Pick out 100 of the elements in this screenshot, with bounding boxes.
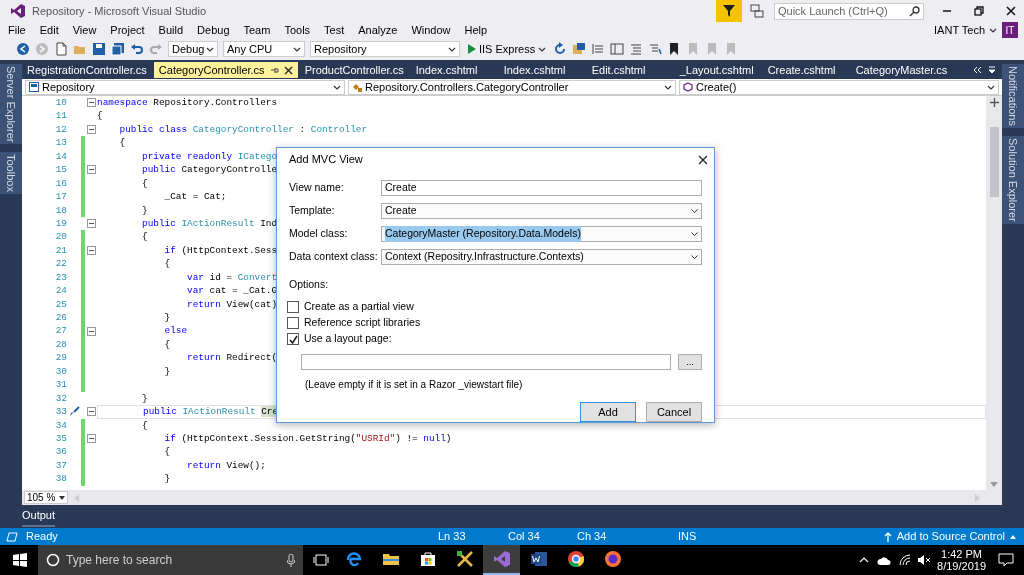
source-control-button[interactable]: Add to Source Control xyxy=(883,528,1016,545)
document-tab[interactable]: RegistrationController.cs xyxy=(22,62,152,78)
visual-studio-icon xyxy=(492,550,511,568)
document-tab[interactable]: _Layout.cshtml xyxy=(674,62,761,78)
side-panel-tab[interactable]: Notifications xyxy=(1001,64,1024,128)
cloud-icon[interactable] xyxy=(877,555,892,565)
document-tab[interactable]: ProductController.cs xyxy=(299,62,409,78)
line-number: 16 xyxy=(54,176,67,191)
dialog-button[interactable]: Cancel xyxy=(646,402,702,422)
overflow-icon[interactable] xyxy=(972,66,982,74)
account-avatar[interactable]: IT xyxy=(1002,22,1018,38)
plus-icon[interactable] xyxy=(989,98,999,107)
checkbox[interactable]: Create as a partial view xyxy=(287,301,702,313)
menu-item[interactable]: Edit xyxy=(35,21,63,39)
wifi-icon[interactable] xyxy=(899,554,912,566)
caret-icon[interactable] xyxy=(989,27,997,33)
dropdown-field[interactable]: Create xyxy=(381,203,702,220)
dropdown-field[interactable]: CategoryMaster (Repository.Data.Models) xyxy=(381,226,702,243)
filter-icon-button[interactable] xyxy=(716,0,742,22)
code-line: { xyxy=(163,257,171,271)
save-icon[interactable] xyxy=(92,42,106,56)
code-line: return View(cat) xyxy=(186,297,278,311)
line-number: 18 xyxy=(54,203,67,217)
menu-item[interactable]: Team xyxy=(239,21,275,39)
side-panel-tab[interactable]: Solution Explorer xyxy=(1001,135,1024,224)
collapse-icon[interactable] xyxy=(86,407,96,417)
side-panel-tab[interactable]: Server Explorer xyxy=(0,64,23,145)
line-number: 35 xyxy=(54,431,67,446)
pin-icon[interactable] xyxy=(269,65,279,75)
menu-item[interactable]: Test xyxy=(320,21,349,39)
document-tab[interactable]: Edit.cshtml xyxy=(586,62,673,78)
collapse-icon[interactable] xyxy=(86,434,96,444)
dropdown-field[interactable]: Context (Repositry.Infrastructure.Contexts) xyxy=(381,249,702,266)
configuration-dropdown[interactable]: Debug xyxy=(168,41,218,57)
side-panel-tab[interactable]: Toolbox xyxy=(0,152,23,195)
windows-logo-icon[interactable] xyxy=(13,553,27,567)
chevron-up-icon[interactable] xyxy=(859,557,870,563)
notifications-icon[interactable] xyxy=(998,553,1014,567)
code-line: { xyxy=(118,136,126,150)
panel-icon[interactable] xyxy=(610,42,625,56)
vertical-scrollbar[interactable] xyxy=(986,96,1002,490)
menu-item[interactable]: Help xyxy=(460,21,492,39)
collapse-icon[interactable] xyxy=(86,246,96,256)
quick-launch-field[interactable]: Quick Launch (Ctrl+Q) xyxy=(774,2,924,20)
save-all-icon[interactable] xyxy=(111,42,125,56)
search-field[interactable]: Type here to search xyxy=(38,545,303,575)
project-dropdown[interactable]: Repository xyxy=(25,79,345,95)
task-view-icon[interactable] xyxy=(313,554,329,566)
output-tab[interactable]: Output xyxy=(22,506,56,527)
checkbox[interactable]: Use a layout page: xyxy=(287,333,702,345)
feedback-icon[interactable] xyxy=(750,4,764,18)
menu-item[interactable]: View xyxy=(68,21,101,39)
platform-dropdown[interactable]: Any CPU xyxy=(223,41,305,57)
clock-date[interactable]: 8/19/2019 xyxy=(937,560,986,572)
collapse-icon[interactable] xyxy=(86,165,96,175)
scroll-thumb[interactable] xyxy=(989,127,999,197)
project-dropdown[interactable]: Repository xyxy=(310,41,460,57)
browse-button[interactable]: ... xyxy=(678,354,702,370)
menu-item[interactable]: Debug xyxy=(193,21,234,39)
undo-icon[interactable] xyxy=(130,42,144,56)
code-line: { xyxy=(141,230,148,244)
type-dropdown[interactable]: Repository.Controllers.CategoryController xyxy=(348,79,676,95)
dropdown-icon[interactable] xyxy=(988,66,996,74)
refresh-icon[interactable] xyxy=(553,42,568,56)
new-file-icon[interactable] xyxy=(54,42,68,56)
layout-page-field[interactable] xyxy=(301,354,671,370)
collapse-icon[interactable] xyxy=(86,219,96,229)
collapse-icon[interactable] xyxy=(86,326,96,336)
uncomment-icon[interactable] xyxy=(648,42,663,56)
document-tab[interactable]: CategoryController.cs xyxy=(153,62,298,78)
code-line: if (HttpContext.Sess xyxy=(163,243,278,258)
collapse-icon[interactable] xyxy=(86,98,96,108)
status-text: Ready xyxy=(26,529,59,545)
run-button[interactable]: IIS Express xyxy=(465,40,549,58)
close-icon[interactable] xyxy=(698,154,708,165)
menu-item[interactable]: File xyxy=(4,21,30,39)
dialog-button[interactable]: Add xyxy=(580,402,636,422)
member-dropdown[interactable]: Create() xyxy=(679,79,999,95)
close-icon[interactable] xyxy=(283,65,293,75)
menu-item[interactable]: Window xyxy=(407,21,455,39)
document-tab[interactable]: Create.cshtml xyxy=(762,62,849,78)
back-icon[interactable] xyxy=(16,42,30,56)
brush-icon[interactable] xyxy=(68,406,80,418)
document-tab[interactable]: Index.cshtml xyxy=(498,62,585,78)
menu-item[interactable]: Tools xyxy=(280,21,315,39)
code-line: private readonly ICatego xyxy=(141,149,278,164)
clock-time[interactable]: 1:42 PM xyxy=(941,548,982,560)
collapse-icon[interactable] xyxy=(86,125,96,135)
input-field[interactable]: Create xyxy=(381,180,702,197)
menu-item[interactable]: Project xyxy=(106,21,149,39)
document-tab[interactable]: CategoryMaster.cs xyxy=(850,62,953,78)
account-name[interactable]: IANT Tech xyxy=(934,21,985,39)
close-icon[interactable] xyxy=(1006,6,1016,16)
speaker-muted-icon[interactable] xyxy=(917,554,932,566)
restore-icon[interactable] xyxy=(974,6,984,16)
zoom-dropdown[interactable]: 105 % xyxy=(24,491,68,504)
checkbox[interactable]: Reference script libraries xyxy=(287,317,702,329)
menu-item[interactable]: Build xyxy=(154,21,188,39)
document-tab[interactable]: Index.cshtml xyxy=(410,62,497,78)
menu-item[interactable]: Analyze xyxy=(354,21,402,39)
